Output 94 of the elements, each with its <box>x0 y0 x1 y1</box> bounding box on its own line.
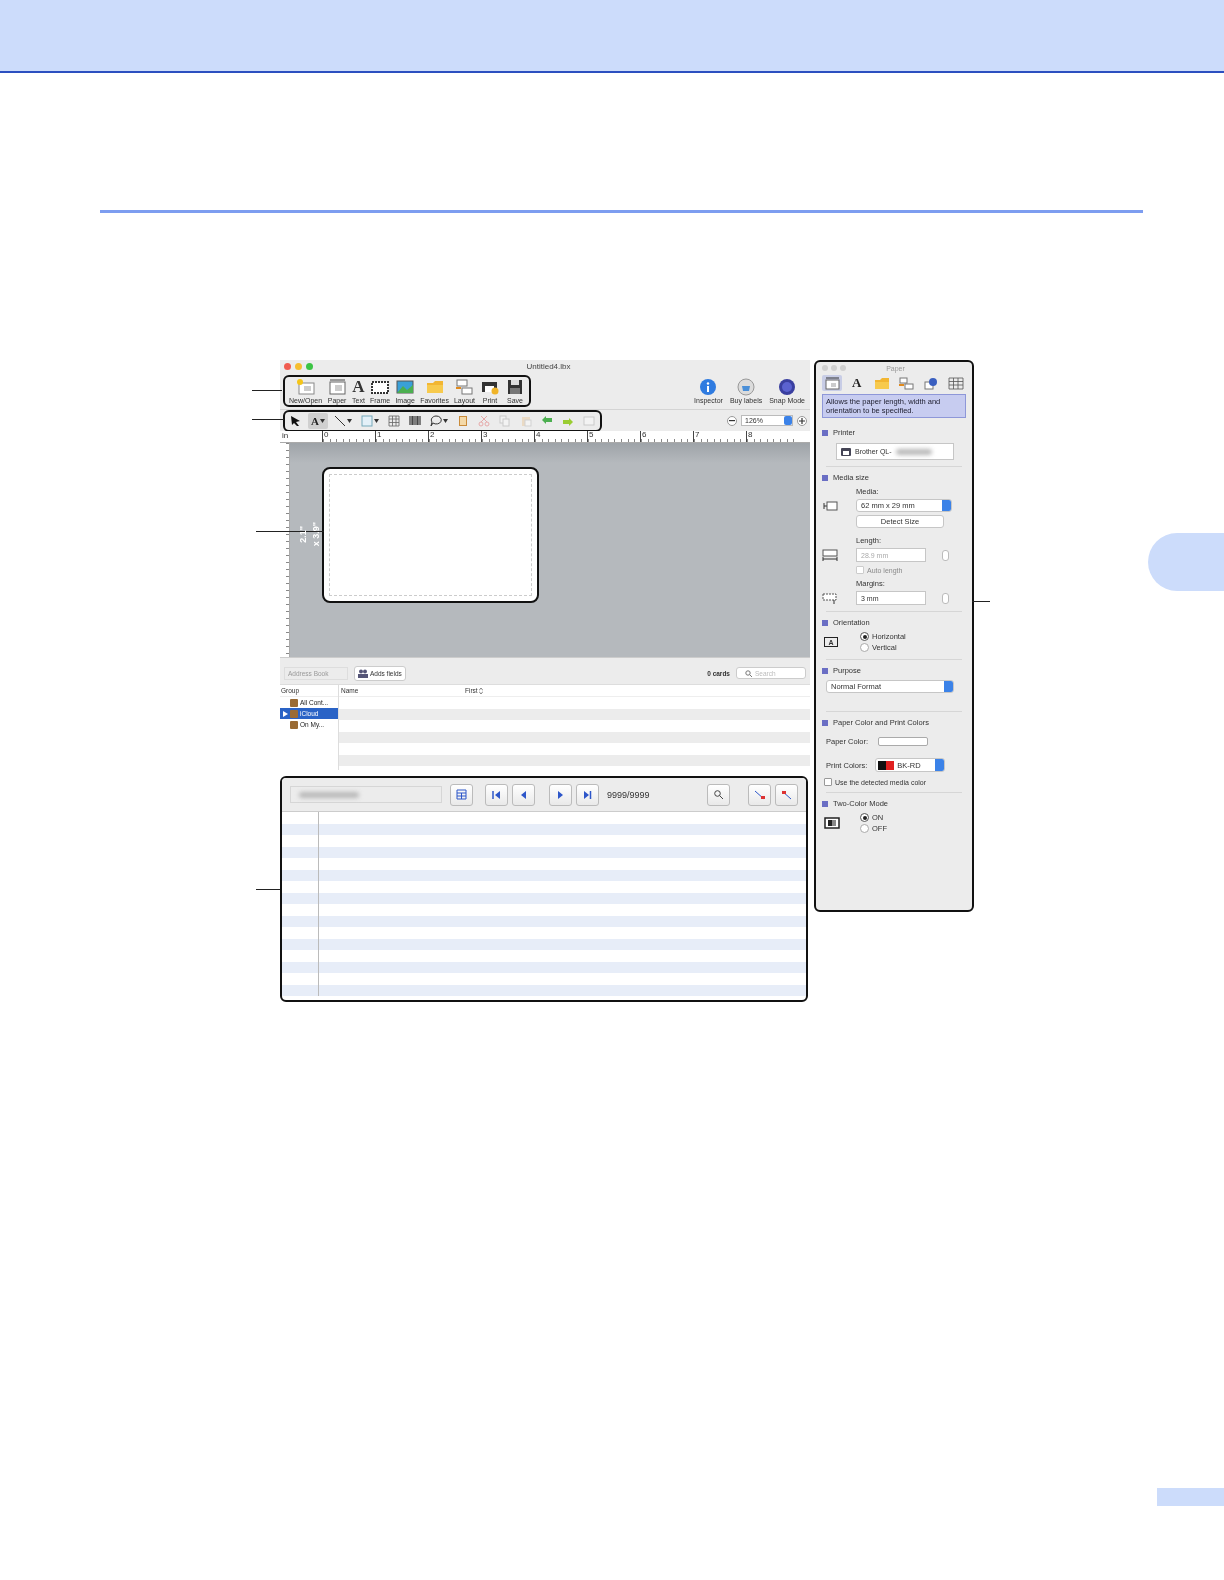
tool-button[interactable]: A <box>308 412 328 429</box>
section-bullet <box>822 719 828 726</box>
prev-icon <box>519 790 528 799</box>
window-icon <box>582 414 595 427</box>
close-button[interactable] <box>284 363 291 370</box>
line-icon <box>333 414 346 427</box>
info-icon <box>698 378 719 396</box>
last-record-button[interactable] <box>576 783 599 806</box>
two-color-icon <box>824 817 840 829</box>
blurred-field[interactable] <box>290 786 442 803</box>
inspector-tab[interactable] <box>946 375 966 391</box>
people-icon <box>358 668 368 678</box>
caret-icon <box>442 418 448 423</box>
shapes-icon <box>923 376 940 390</box>
length-icon <box>822 549 838 561</box>
plus-icon <box>799 417 805 424</box>
scissors-icon <box>477 414 490 427</box>
layout-icon <box>454 378 475 396</box>
paper-icon <box>327 378 348 396</box>
radio-button[interactable] <box>860 824 869 833</box>
paper-color-swatch[interactable] <box>878 737 929 746</box>
form-view-button[interactable] <box>450 783 473 806</box>
stepper[interactable] <box>942 592 949 604</box>
table-icon <box>948 376 964 390</box>
leader-line <box>256 889 280 890</box>
frame-icon <box>370 378 391 396</box>
label-width-icon <box>822 499 838 512</box>
zoom-out-button[interactable] <box>727 415 737 426</box>
caret-icon <box>319 418 325 423</box>
search-button[interactable] <box>707 783 730 806</box>
radio-button[interactable] <box>860 632 869 641</box>
landscape-icon <box>395 378 416 396</box>
label-size: 2.1" <box>297 525 308 543</box>
label-size: x 3.9" <box>310 521 321 547</box>
zoom-in-button[interactable] <box>797 415 807 426</box>
radio-button[interactable] <box>860 643 869 652</box>
next-icon <box>556 790 565 799</box>
color-swatch-icon <box>878 760 895 770</box>
inspector-tab[interactable] <box>822 375 842 391</box>
radio-button[interactable] <box>860 813 869 822</box>
caret-icon <box>346 418 352 423</box>
leader-line <box>972 601 990 602</box>
rectangle-icon <box>360 414 373 427</box>
section-bullet <box>822 619 828 626</box>
clipboard-icon <box>519 414 532 427</box>
section-bullet <box>822 667 828 674</box>
folder-icon <box>873 376 890 390</box>
caret-icon <box>373 418 379 423</box>
window-title: Untitled4.lbx <box>525 362 572 371</box>
text-glyph: A <box>852 375 862 391</box>
table-icon <box>456 789 467 800</box>
printer-icon <box>841 446 851 457</box>
record-counter: 9999/9999 <box>607 789 650 800</box>
leader-line <box>252 390 282 391</box>
speech-bubble-icon <box>429 414 442 427</box>
blurred-text <box>895 448 932 455</box>
snap-badge-icon <box>777 378 798 396</box>
leader-line <box>256 531 324 532</box>
section-bullet <box>822 429 828 436</box>
sort-ascending-button[interactable] <box>748 783 771 806</box>
inspector-tab[interactable]: A <box>846 375 867 391</box>
layout-icon <box>898 376 915 390</box>
next-record-button[interactable] <box>549 783 572 806</box>
sort-icon <box>478 687 483 694</box>
inspector-tab[interactable] <box>896 375 917 391</box>
ruler-unit: in <box>281 431 290 442</box>
paper-icon <box>824 376 840 390</box>
label-new-icon <box>295 378 316 396</box>
folder-icon <box>424 378 445 396</box>
arrow-pointer-icon <box>290 414 302 427</box>
sort-descending-button[interactable] <box>775 783 798 806</box>
shopping-basket-icon <box>736 378 757 396</box>
copy-icon <box>498 414 511 427</box>
section-bullet <box>822 474 828 481</box>
first-icon <box>492 790 501 799</box>
margins-icon <box>822 592 838 604</box>
sort-arrow-icon <box>780 789 793 800</box>
leader-line <box>252 419 284 420</box>
barcode-icon <box>408 414 421 427</box>
first-record-button[interactable] <box>485 783 508 806</box>
disclosure-triangle-icon[interactable] <box>283 710 288 717</box>
section-bullet <box>822 800 828 807</box>
zoom-button[interactable] <box>306 363 313 370</box>
previous-record-button[interactable] <box>512 783 535 806</box>
table-icon <box>387 414 400 427</box>
text-glyph: A <box>311 414 319 427</box>
minus-icon <box>729 419 735 422</box>
sort-arrow-icon <box>753 789 766 800</box>
search-icon <box>745 669 752 677</box>
search-icon <box>714 790 723 799</box>
text-glyph: A <box>352 378 365 396</box>
last-icon <box>583 790 592 799</box>
stepper[interactable] <box>942 549 949 561</box>
picture-frame-icon <box>456 414 469 427</box>
